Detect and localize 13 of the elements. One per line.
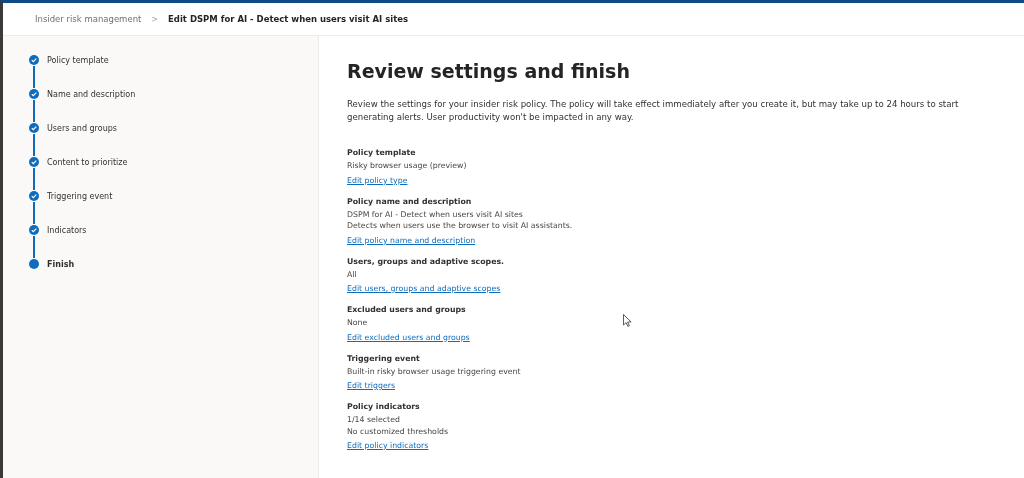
step-label[interactable]: Name and description [47,89,136,99]
step-label[interactable]: Triggering event [47,191,113,201]
step-label[interactable]: Policy template [47,55,109,65]
step-label[interactable]: Users and groups [47,123,117,133]
breadcrumb-separator: > [151,14,159,24]
breadcrumb-item[interactable]: Insider risk management [35,14,142,24]
description-text: Review the settings for your insider risk policy. The policy will take effect immediately after you create it, but may take up to 24 hours to start generating alerts. User productivity won't be impacted in any way. [347,98,960,124]
page-title: Review settings and finish [347,60,631,82]
step-label[interactable]: Finish [47,259,75,269]
step-label[interactable]: Content to prioritize [47,157,128,167]
step-label[interactable]: Indicators [47,225,87,235]
breadcrumb-item: Edit DSPM for AI - Detect when users visit AI sites [168,14,409,24]
mouse-cursor-icon [623,314,632,327]
